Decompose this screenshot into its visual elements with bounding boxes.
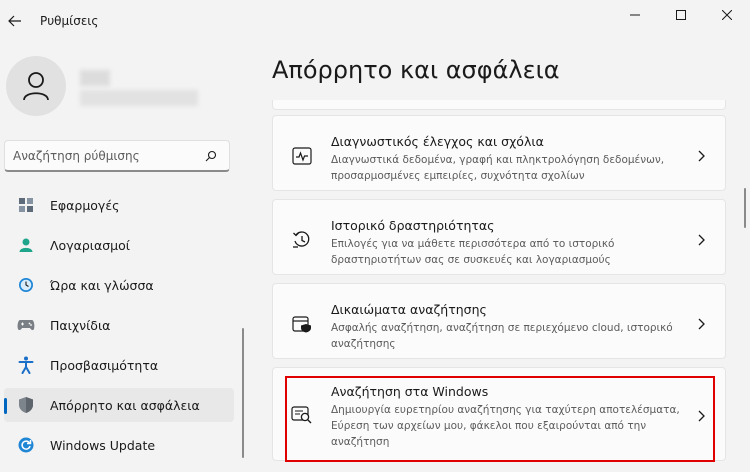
back-arrow-icon	[8, 15, 21, 27]
minimize-button[interactable]	[612, 0, 658, 30]
back-button[interactable]	[4, 10, 26, 32]
sidebar-item-label: Εφαρμογές	[50, 197, 120, 213]
card-title: Δικαιώματα αναζήτησης	[331, 302, 487, 317]
card-title: Διαγνωστικός έλεγχος και σχόλια	[331, 134, 544, 149]
app-title: Ρυθμίσεις	[40, 14, 99, 28]
sidebar-item-label: Ώρα και γλώσσα	[50, 277, 154, 293]
card-description: Επιλογές για να μάθετε περισσότερα από τ…	[331, 238, 615, 266]
chevron-right-icon	[695, 149, 707, 163]
content-scrollbar[interactable]	[744, 188, 746, 228]
sidebar-item-gaming[interactable]: Παιχνίδια	[4, 308, 234, 342]
card-description: Ασφαλής αναζήτηση, αναζήτηση σε περιεχόμ…	[331, 322, 673, 350]
sidebar-item-label: Απόρρητο και ασφάλεια	[50, 397, 200, 413]
sidebar-item-accounts[interactable]: Λογαριασμοί	[4, 228, 234, 262]
sidebar-scrollbar[interactable]	[242, 328, 244, 458]
chevron-right-icon	[695, 317, 707, 331]
chevron-right-icon	[695, 233, 707, 247]
selection-indicator	[4, 398, 7, 414]
sidebar-item-label: Παιχνίδια	[50, 317, 111, 333]
card-title: Αναζήτηση στα Windows	[331, 384, 489, 399]
accessibility-icon	[16, 355, 36, 375]
chevron-right-icon	[695, 409, 707, 423]
card-activity-history[interactable]: Ιστορικό δραστηριότητας Επιλογές για να …	[272, 199, 726, 275]
card-search-permissions[interactable]: Δικαιώματα αναζήτησης Ασφαλής αναζήτηση,…	[272, 283, 726, 359]
sidebar-item-label: Λογαριασμοί	[50, 237, 130, 253]
windows-search-icon	[291, 404, 313, 426]
sidebar-item-accessibility[interactable]: Προσβασιμότητα	[4, 348, 234, 382]
maximize-icon	[676, 10, 686, 20]
shield-icon	[16, 395, 36, 415]
diagnostics-icon	[291, 145, 313, 167]
avatar[interactable]	[6, 56, 66, 116]
sidebar-nav: Εφαρμογές Λογαριασμοί Ώρα και γλώσσα Παι…	[0, 188, 240, 468]
search-permissions-icon	[291, 313, 313, 335]
close-icon	[722, 10, 732, 20]
card-title: Ιστορικό δραστηριότητας	[331, 218, 495, 233]
card-description: Διαγνωστικά δεδομένα, γραφή και πληκτρολ…	[331, 154, 665, 182]
sidebar-item-privacy-security[interactable]: Απόρρητο και ασφάλεια	[4, 388, 234, 422]
user-icon	[23, 72, 49, 101]
page-title: Απόρρητο και ασφάλεια	[272, 56, 560, 84]
search-box[interactable]	[4, 140, 230, 172]
time-language-icon	[16, 275, 36, 295]
sidebar-item-apps[interactable]: Εφαρμογές	[4, 188, 234, 222]
account-email-blurred	[80, 90, 198, 106]
history-icon	[291, 229, 313, 251]
accounts-icon	[16, 235, 36, 255]
title-bar: Ρυθμίσεις	[0, 0, 750, 44]
sidebar-item-time-language[interactable]: Ώρα και γλώσσα	[4, 268, 234, 302]
apps-icon	[16, 195, 36, 215]
account-name-blurred	[80, 70, 110, 86]
settings-list: Διαγνωστικός έλεγχος και σχόλια Διαγνωστ…	[272, 100, 728, 472]
gaming-icon	[16, 315, 36, 335]
minimize-icon	[630, 14, 640, 16]
close-button[interactable]	[704, 0, 750, 30]
partial-card	[272, 100, 726, 110]
sidebar-item-windows-update[interactable]: Windows Update	[4, 428, 234, 462]
sidebar-item-label: Προσβασιμότητα	[50, 357, 159, 373]
card-windows-search[interactable]: Αναζήτηση στα Windows Δημιουργία ευρετηρ…	[272, 367, 726, 461]
search-icon[interactable]	[201, 146, 221, 166]
search-input[interactable]	[5, 147, 201, 164]
sidebar-item-label: Windows Update	[50, 437, 156, 453]
maximize-button[interactable]	[658, 0, 704, 30]
windows-update-icon	[16, 435, 36, 455]
card-diagnostics-feedback[interactable]: Διαγνωστικός έλεγχος και σχόλια Διαγνωστ…	[272, 115, 726, 191]
card-description: Δημιουργία ευρετηρίου αναζήτησης για ταχ…	[331, 404, 680, 448]
